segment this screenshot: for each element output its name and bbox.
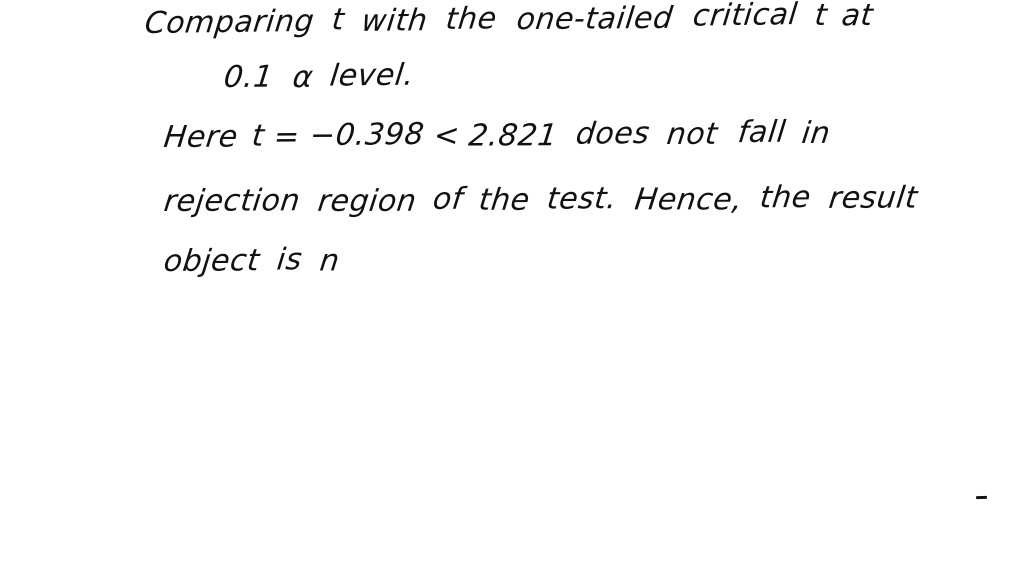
- handwritten-word: the: [476, 182, 532, 218]
- handwritten-line-3: Here t = −0.398 <2.821 does not fall in: [162, 115, 832, 155]
- handwritten-word: t: [813, 0, 830, 34]
- handwritten-word: in: [799, 115, 832, 152]
- handwritten-word: <: [431, 118, 462, 154]
- handwritten-word: is: [275, 242, 305, 278]
- handwritten-word: 2.821: [467, 118, 560, 154]
- handwritten-line-5: object is n: [162, 242, 342, 279]
- handwritten-word: 0.1: [222, 59, 276, 95]
- handwritten-word: −0.398: [307, 116, 426, 154]
- handwritten-word: of: [430, 181, 465, 217]
- handwritten-word: α: [291, 60, 316, 96]
- handwritten-word: region: [315, 183, 419, 219]
- handwritten-word: does: [573, 116, 652, 152]
- handwritten-word: t: [249, 118, 267, 154]
- stray-dash-mark: [975, 495, 988, 500]
- handwritten-word: one-tailed: [514, 0, 675, 38]
- handwritten-word: the: [444, 1, 499, 37]
- handwritten-word: n: [318, 243, 342, 279]
- handwritten-word: Comparing: [143, 3, 317, 42]
- handwritten-word: critical: [690, 0, 800, 34]
- handwritten-word: at: [839, 0, 875, 34]
- handwritten-page: Comparing t with the one-tailed critical t at 0…: [0, 0, 1024, 576]
- handwritten-word: fall: [736, 114, 788, 151]
- handwritten-word: t: [330, 2, 347, 38]
- handwritten-word: object: [162, 243, 262, 279]
- handwritten-word: rejection: [162, 183, 303, 219]
- handwritten-line-1: Comparing t with the one-tailed critical t at: [143, 0, 875, 41]
- handwritten-line-2: 0.1 α level.: [222, 57, 416, 96]
- handwritten-word: =: [271, 119, 302, 155]
- handwritten-word: result: [827, 180, 920, 216]
- handwritten-word: Hence,: [632, 182, 745, 218]
- handwritten-word: Here: [162, 119, 240, 155]
- handwritten-word: the: [758, 179, 814, 216]
- handwritten-word: with: [360, 3, 430, 39]
- handwritten-line-4: rejection region of the test. Hence, the result: [162, 180, 920, 219]
- handwritten-word: level.: [327, 57, 416, 94]
- handwritten-word: test.: [545, 181, 620, 217]
- handwritten-word: not: [665, 116, 720, 153]
